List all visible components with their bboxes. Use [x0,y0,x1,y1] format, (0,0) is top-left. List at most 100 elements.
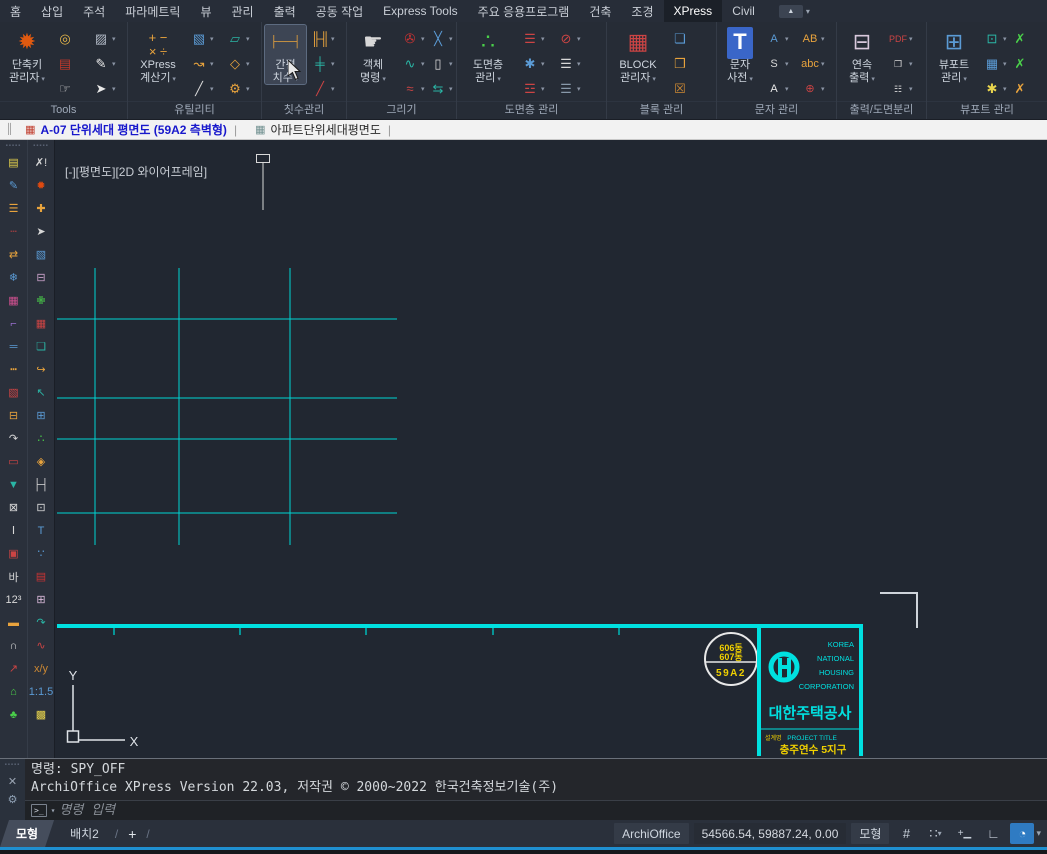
ortho-lines-icon[interactable]: ☰ [2,197,25,220]
chevron-down-icon[interactable]: ▾ [51,806,56,815]
hatch-lines-icon[interactable]: ╳ [427,27,453,50]
curve-icon[interactable]: ∿ [399,52,425,75]
copy-teal-icon[interactable]: ❏ [30,335,53,358]
layer-star-icon[interactable]: ✱ [519,52,553,75]
road-lines-icon[interactable]: ═ [2,335,25,358]
snowflake-icon[interactable]: ❄ [2,266,25,289]
block-x-icon[interactable]: ▧ [2,381,25,404]
document-tab[interactable]: ▦ A-07 단위세대 평면도 (59A2 측벽형) | [17,120,247,139]
rect-dots-icon[interactable]: ▭ [2,450,25,473]
wrench-icon[interactable]: ⚙ [8,793,18,806]
zigzag-icon[interactable]: ≈ [399,77,425,100]
arrow-line-icon[interactable]: ⇆ [427,77,453,100]
line-tool-icon[interactable]: ╱ [188,77,222,100]
diamond-move-icon[interactable]: ◈ [30,450,53,473]
chevron-down-icon[interactable]: ▾ [1036,828,1041,839]
text-ab-icon[interactable]: AB [799,27,833,50]
figure-plus-icon[interactable]: ✗ [1009,27,1035,50]
layer-edit-icon[interactable]: ☰ [519,27,553,50]
figure-plus3-icon[interactable]: ✗ [1009,77,1035,100]
exp-123-icon[interactable]: 12³ [2,588,25,611]
road-dots-icon[interactable]: ┅ [2,358,25,381]
serial-print-button[interactable]: ⊟ 연속 출력 [840,25,884,84]
layer-red-stack-icon[interactable]: ☲ [519,77,553,100]
color-book-icon[interactable]: ▦ [2,289,25,312]
bar-text-icon[interactable]: 바 [2,565,25,588]
pan-hand-icon[interactable]: ☞ [54,77,88,100]
dots-rect-icon[interactable]: ⊡ [30,496,53,519]
move-rect-icon[interactable]: ↖ [30,381,53,404]
i-beam-icon[interactable]: Ⅰ [2,519,25,542]
dynamic-input-icon[interactable]: +▁ [952,823,976,844]
curve-arrow-icon[interactable]: ↷ [30,611,53,634]
object-command-button[interactable]: ☛ 객체 명령 [350,25,396,84]
viewport-image-icon[interactable]: ▦ [981,52,1007,75]
text-style-icon[interactable]: A [763,27,797,50]
dim-linear-icon[interactable]: ╟╢ [309,27,343,50]
window-frame-icon[interactable]: ⊞ [30,588,53,611]
offset-shape-icon[interactable]: ⇄ [2,243,25,266]
text-spell-icon[interactable]: S [763,52,797,75]
red-frame-icon[interactable]: ▣ [2,542,25,565]
command-input[interactable] [59,803,1041,818]
measure-arrows-icon[interactable]: ↝ [188,52,222,75]
scale-icon[interactable]: 1:1.5 [30,680,53,703]
sofa-icon[interactable]: ▬ [2,611,25,634]
print-icon[interactable]: ⊟ [30,266,53,289]
map-icon[interactable]: ▩ [30,703,53,726]
dim-check-icon[interactable]: ╪ [309,52,343,75]
snap-toggle-icon[interactable]: ∷ [923,823,947,844]
table-icon[interactable]: ⊞ [30,404,53,427]
layer-stack-icon[interactable]: ☰ [555,52,589,75]
layout-tab[interactable]: 배치2 [54,820,115,847]
doc-edit-icon[interactable]: ✎ [2,174,25,197]
house-points-icon[interactable]: ⌂ [2,680,25,703]
gears-icon[interactable]: ⚙ [224,77,258,100]
layer-off-icon[interactable]: ⊘ [555,27,589,50]
figure-plus2-icon[interactable]: ✗ [1009,52,1035,75]
xy-calc-icon[interactable]: x/y [30,657,53,680]
centerline-icon[interactable]: ┄ [2,220,25,243]
annotate-icon[interactable]: ✎ [90,52,124,75]
xpress-calculator-button[interactable]: + − × ÷ XPress 계산기 [131,25,185,84]
grid-toggle-icon[interactable]: # [894,823,918,844]
close-icon[interactable]: ✕ [8,775,17,788]
model-space-button[interactable]: 모형 [851,823,889,844]
block-tool-icon[interactable]: ▦ [30,312,53,335]
screen-setup-icon[interactable]: ▤ [2,151,25,174]
layout-tab[interactable]: 모형 [0,820,54,847]
block-copy-icon[interactable]: ❏ [669,27,695,50]
block-trash-icon[interactable]: ☒ [669,77,695,100]
image-edit-icon[interactable]: ▧ [30,243,53,266]
block-manager-button[interactable]: ▦ BLOCK 관리자 [610,25,666,84]
dim-shape-icon[interactable]: ├┤ [30,473,53,496]
diamond-tool-icon[interactable]: ◇ [224,52,258,75]
dim-slope-icon[interactable]: ╱ [309,77,343,100]
calc-icon[interactable]: ✚ [30,197,53,220]
text-font-icon[interactable]: A [763,77,797,100]
ortho-toggle-icon[interactable]: ∟ [981,823,1005,844]
hatch-tee-icon[interactable]: ▼ [2,473,25,496]
layer-manager-button[interactable]: ∴ 도면층 관리 [460,25,516,84]
new-layout-button[interactable]: + [118,826,146,842]
x-box-icon[interactable]: ⊠ [2,496,25,519]
image-edit-icon[interactable]: ▧ [188,27,222,50]
dim-arc-icon[interactable]: ∩ [2,634,25,657]
book-icon[interactable]: ▤ [54,52,88,75]
text-abc-arc-icon[interactable]: abc [799,52,833,75]
viewport-render-icon[interactable]: ⊡ [981,27,1007,50]
paper-roll-icon[interactable]: ▯ [427,52,453,75]
slope-arrow-icon[interactable]: ↗ [2,657,25,680]
xref-off-icon[interactable]: ✗! [30,151,53,174]
move-rect-icon[interactable]: ▱ [224,27,258,50]
text-dictionary-button[interactable]: T 문자 사전 [720,25,760,84]
tree-zoom-icon[interactable]: ♣ [2,703,25,726]
text-target-icon[interactable]: ⊕ [799,77,833,100]
spiral-icon[interactable]: ✇ [399,27,425,50]
red-book-icon[interactable]: ▤ [30,565,53,588]
zigzag-icon[interactable]: ∿ [30,634,53,657]
panel-grip[interactable]: ▪▪▪▪▪ [5,761,21,770]
footprints-icon[interactable]: ∴ [30,427,53,450]
book-t-icon[interactable]: T [30,519,53,542]
block-folder-icon[interactable]: ❒ [669,52,695,75]
